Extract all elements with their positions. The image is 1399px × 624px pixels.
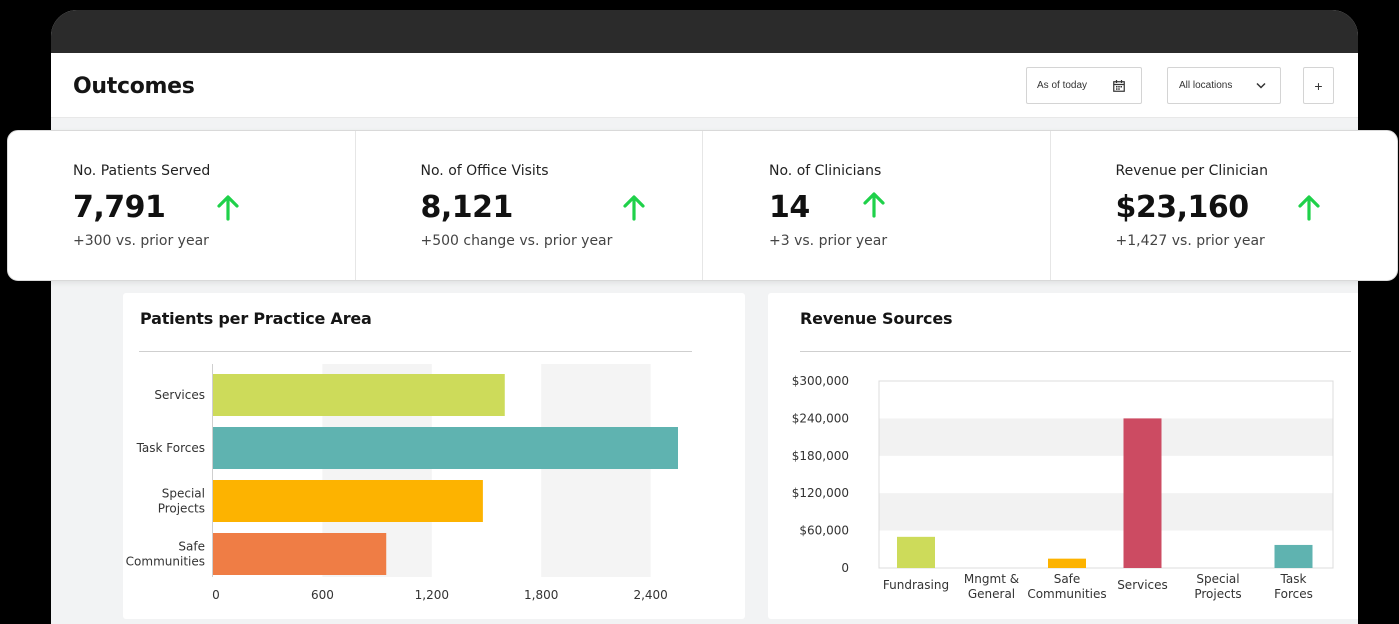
plus-icon: + xyxy=(1314,77,1323,94)
y-tick-label: $60,000 xyxy=(799,524,849,538)
app-header: Outcomes As of today All locations + xyxy=(51,53,1358,118)
bar-fundrasing xyxy=(897,536,935,568)
kpi-strip: No. Patients Served 7,791 +300 vs. prior… xyxy=(7,130,1398,281)
x-category-label: Task Forces xyxy=(1274,572,1313,601)
category-label: Safe Communities xyxy=(126,540,205,569)
date-filter-button[interactable]: As of today xyxy=(1026,67,1142,104)
grid-band xyxy=(541,364,651,577)
location-select-label: All locations xyxy=(1179,80,1233,91)
x-tick-label: 1,800 xyxy=(524,588,558,602)
add-button[interactable]: + xyxy=(1303,67,1334,104)
kpi-patients-served: No. Patients Served 7,791 +300 vs. prior… xyxy=(8,131,356,280)
y-tick-label: $120,000 xyxy=(792,486,849,500)
kpi-value: 14 xyxy=(769,190,810,225)
kpi-office-visits: No. of Office Visits 8,121 +500 change v… xyxy=(356,131,703,280)
patients-per-practice-area-card: Patients per Practice Area Services Task … xyxy=(123,293,745,619)
arrow-up-icon xyxy=(622,195,645,221)
chevron-down-icon xyxy=(1256,82,1266,89)
kpi-label: Revenue per Clinician xyxy=(1115,163,1268,179)
bar-services xyxy=(1123,418,1162,568)
kpi-label: No. of Clinicians xyxy=(769,163,882,179)
bar-special-projects xyxy=(213,480,483,522)
kpi-revenue-per-clinician: Revenue per Clinician $23,160 +1,427 vs.… xyxy=(1051,131,1398,280)
window-titlebar xyxy=(51,10,1358,53)
calendar-icon xyxy=(1113,80,1125,92)
kpi-delta: +500 change vs. prior year xyxy=(420,233,613,249)
x-category-label: Fundrasing xyxy=(883,578,949,592)
kpi-label: No. of Office Visits xyxy=(420,163,549,179)
app-window: Outcomes As of today All locations + Pat… xyxy=(51,10,1358,624)
x-tick-label: 2,400 xyxy=(633,588,667,602)
revenue-bar-chart: $300,000 $240,000 $180,000 $120,000 $60,000 0… xyxy=(792,374,1334,601)
category-label: Special Projects xyxy=(158,487,205,516)
grid-band xyxy=(879,418,1333,456)
x-category-label: Mngmt & General xyxy=(964,572,1019,601)
bar-safe-communities xyxy=(1048,558,1086,568)
x-category-label: Special Projects xyxy=(1194,572,1241,601)
kpi-delta: +3 vs. prior year xyxy=(769,233,888,249)
kpi-value: $23,160 xyxy=(1115,190,1250,225)
bar-safe-communities xyxy=(213,533,387,575)
y-tick-label: $240,000 xyxy=(792,411,849,425)
category-label: Services xyxy=(154,388,205,402)
category-label: Task Forces xyxy=(136,441,205,455)
y-tick-label: 0 xyxy=(841,561,849,575)
x-tick-label: 0 xyxy=(212,588,220,602)
bar-task-forces xyxy=(1274,544,1313,568)
arrow-up-icon xyxy=(863,192,885,218)
kpi-clinicians: No. of Clinicians 14 +3 vs. prior year xyxy=(703,131,1051,280)
bar-services xyxy=(213,374,505,416)
bar-task forces xyxy=(213,427,678,469)
kpi-delta: +300 vs. prior year xyxy=(73,233,209,249)
location-select[interactable]: All locations xyxy=(1167,67,1281,104)
kpi-value: 8,121 xyxy=(420,190,514,225)
grid-band xyxy=(879,493,1333,531)
arrow-up-icon xyxy=(1297,195,1320,221)
plot-area xyxy=(878,380,1334,569)
arrow-up-icon xyxy=(217,195,239,221)
kpi-value: 7,791 xyxy=(73,190,166,225)
x-category-label: Services xyxy=(1117,578,1168,592)
revenue-sources-card: Revenue Sources $300,000 $240,000 $180,000… xyxy=(768,293,1358,619)
date-filter-label: As of today xyxy=(1037,80,1088,91)
kpi-delta: +1,427 vs. prior year xyxy=(1115,233,1265,249)
x-tick-label: 600 xyxy=(311,588,334,602)
y-tick-label: $180,000 xyxy=(792,449,849,463)
y-tick-label: $300,000 xyxy=(792,374,849,388)
page-title: Outcomes xyxy=(73,74,195,99)
kpi-label: No. Patients Served xyxy=(73,163,211,179)
patients-bar-chart: Services Task Forces Special Projects Safe Co… xyxy=(126,364,678,602)
x-category-label: Safe Communities xyxy=(1027,572,1106,601)
x-tick-label: 1,200 xyxy=(415,588,449,602)
